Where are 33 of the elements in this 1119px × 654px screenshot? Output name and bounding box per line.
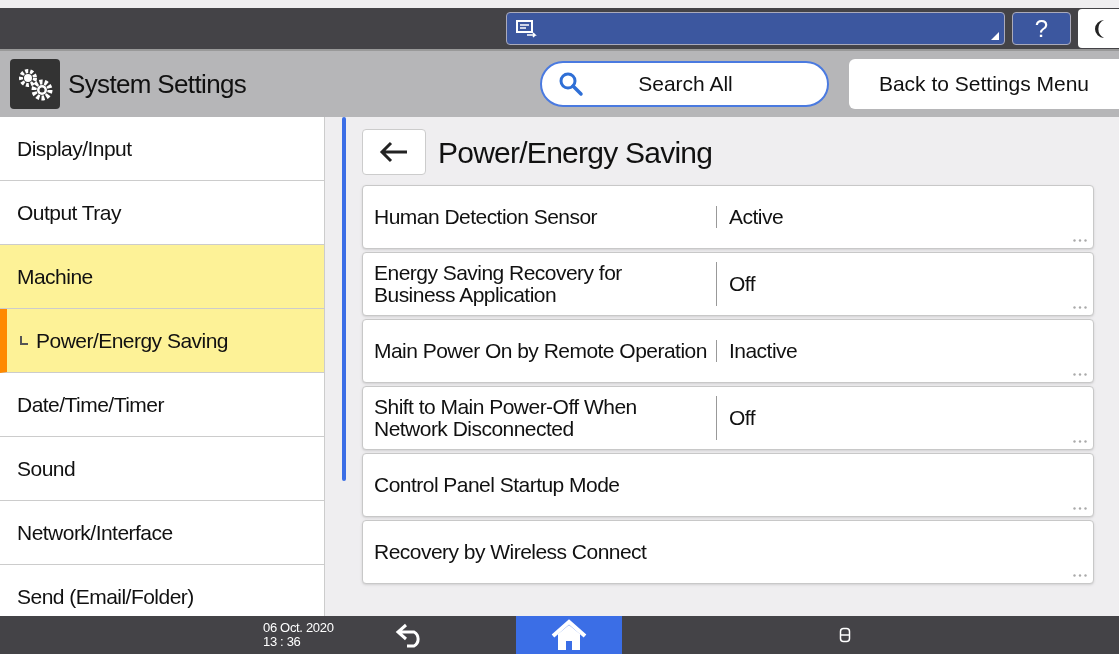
page-title: Power/Energy Saving (438, 134, 713, 171)
sidebar-item[interactable]: Power/Energy Saving (0, 309, 324, 373)
storage-icon (839, 627, 851, 643)
search-icon (558, 71, 584, 97)
setting-row[interactable]: Recovery by Wireless Connect (362, 520, 1094, 584)
more-icon (1073, 306, 1087, 309)
indent-icon (20, 336, 28, 345)
sidebar-item[interactable]: Machine (0, 245, 324, 309)
screen-icon (515, 18, 537, 39)
back-arrow-icon (379, 141, 409, 163)
time-text: 13 : 36 (263, 635, 302, 649)
back-button[interactable] (362, 129, 426, 175)
home-icon (551, 619, 587, 651)
setting-row[interactable]: Main Power On by Remote Operation Inactive (362, 319, 1094, 383)
date-text: 06 Oct. 2020 (263, 621, 335, 635)
home-button[interactable] (516, 616, 622, 654)
screen-title: System Settings (68, 67, 247, 101)
energy-saver-button[interactable] (1078, 9, 1119, 48)
setting-row[interactable]: Shift to Main Power-Off When Network Disconnected Off (362, 386, 1094, 450)
search-all-button[interactable]: Search All (540, 61, 829, 107)
more-icon (1073, 373, 1087, 376)
setting-row[interactable]: Energy Saving Recovery for Business Application Off (362, 252, 1094, 316)
help-button[interactable]: ? (1012, 12, 1071, 45)
more-icon (1073, 507, 1087, 510)
setting-row[interactable]: Control Panel Startup Mode (362, 453, 1094, 517)
back-to-menu-button[interactable]: Back to Settings Menu (849, 59, 1119, 109)
more-icon (1073, 440, 1087, 443)
more-icon (1073, 574, 1087, 577)
corner-icon (991, 32, 999, 40)
scrollbar[interactable] (341, 117, 346, 481)
status-bar[interactable] (506, 12, 1005, 45)
more-icon (1073, 239, 1087, 242)
setting-row[interactable]: Human Detection Sensor Active (362, 185, 1094, 249)
